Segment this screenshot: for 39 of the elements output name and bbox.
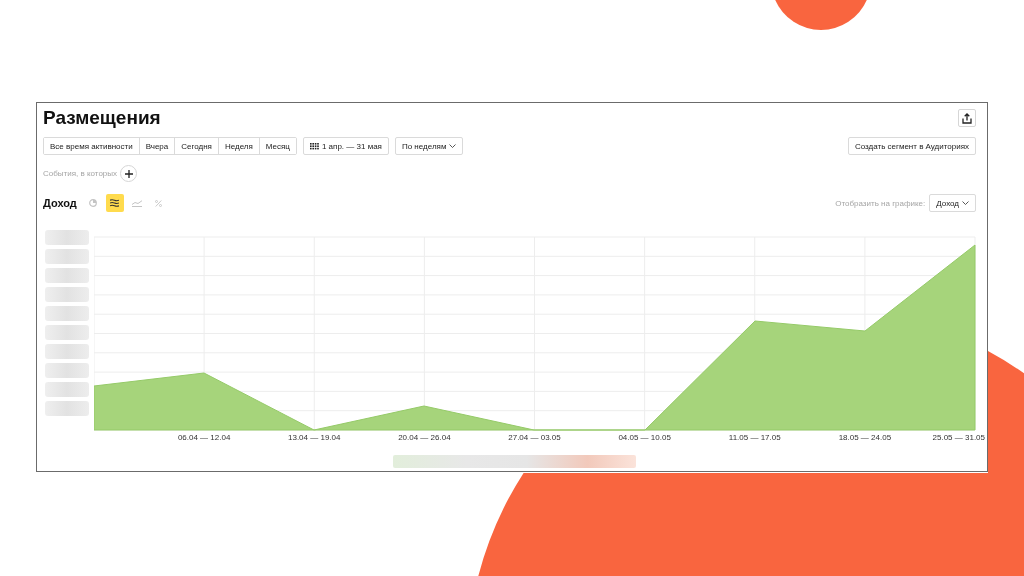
axis-label: 04.05 — 10.05 xyxy=(618,433,671,442)
percent-icon xyxy=(155,199,163,207)
blurred-label xyxy=(45,268,89,283)
date-range-button[interactable]: 1 апр. — 31 мая xyxy=(302,137,389,155)
metric-title: Доход xyxy=(43,197,77,209)
blurred-label xyxy=(45,344,89,359)
blurred-label xyxy=(45,382,89,397)
create-segment-button[interactable]: Создать сегмент в Аудиториях xyxy=(847,137,976,155)
axis-label: 27.04 — 03.05 xyxy=(508,433,561,442)
blurred-label xyxy=(45,287,89,302)
caret-icon xyxy=(449,144,457,148)
blurred-label xyxy=(45,363,89,378)
stacked-lines-icon xyxy=(110,199,120,207)
line-chart-icon xyxy=(131,199,142,207)
blurred-label xyxy=(45,249,89,264)
add-button[interactable] xyxy=(120,165,138,182)
blurred-label xyxy=(45,401,89,416)
blurred-label xyxy=(45,325,89,340)
axis-label: 11.05 — 17.05 xyxy=(728,433,781,442)
export-button[interactable] xyxy=(958,109,976,127)
period-tab[interactable]: Месяц xyxy=(258,138,296,154)
plus-icon xyxy=(124,169,133,178)
filter-label: События, в которых xyxy=(43,169,118,178)
axis-label: 25.05 — 31.05 xyxy=(932,433,985,442)
axis-label: 13.04 — 19.04 xyxy=(288,433,341,442)
metric-dropdown[interactable]: Доход xyxy=(929,194,976,212)
display-label: Отобразить на графике: xyxy=(835,198,926,208)
upload-icon xyxy=(962,112,972,124)
axis-label: 20.04 — 26.04 xyxy=(398,433,451,442)
dot-grid-icon xyxy=(309,142,319,150)
caret-icon xyxy=(962,201,969,205)
grouping-dropdown[interactable]: По неделям xyxy=(394,137,464,155)
page-title: Размещения xyxy=(43,107,161,129)
blurred-label xyxy=(45,230,89,245)
pie-chart-icon xyxy=(88,199,97,207)
chart-type-button[interactable] xyxy=(105,194,124,212)
axis-label: 06.04 — 12.04 xyxy=(177,433,231,442)
blurred-label xyxy=(45,306,89,321)
axis-label: 18.05 — 24.05 xyxy=(838,433,892,442)
